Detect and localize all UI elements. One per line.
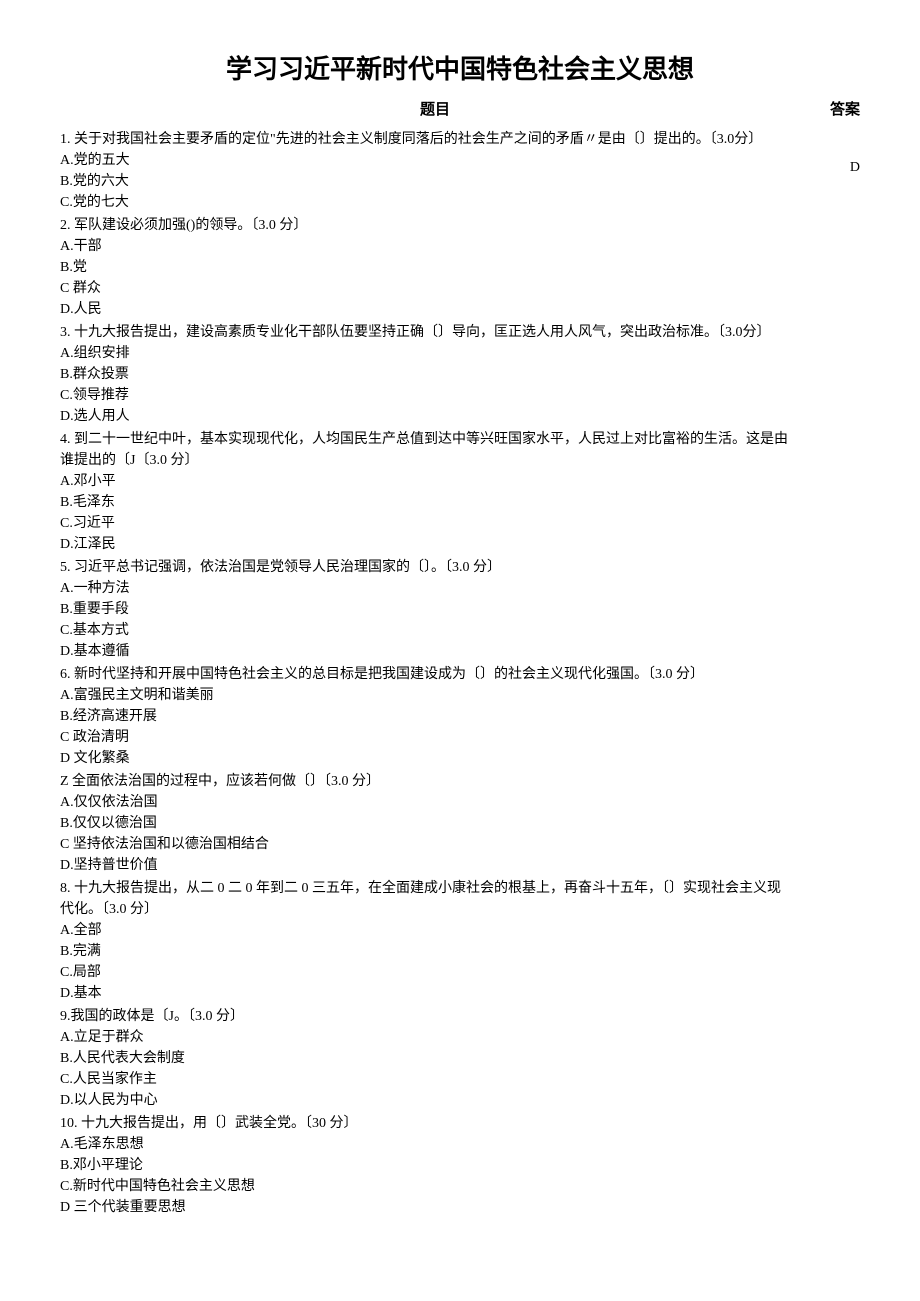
- content-area: 1. 关于对我国社会主要矛盾的定位"先进的社会主义制度同落后的社会生产之间的矛盾…: [60, 127, 860, 1218]
- question-option: A.仅仅依法治国: [60, 792, 790, 813]
- answers-column: D: [810, 127, 860, 178]
- question-option: B.群众投票: [60, 364, 790, 385]
- question-option: C 坚持依法治国和以德治国相结合: [60, 834, 790, 855]
- question-option: A.邓小平: [60, 471, 790, 492]
- question-header: 题目: [60, 99, 810, 122]
- question-option: C.领导推荐: [60, 385, 790, 406]
- question-option: C.新时代中国特色社会主义思想: [60, 1176, 790, 1197]
- question-option: C 政治清明: [60, 727, 790, 748]
- question-text: 8. 十九大报告提出，从二 0 二 0 年到二 0 三五年，在全面建成小康社会的…: [60, 878, 790, 920]
- question-option: B.毛泽东: [60, 492, 790, 513]
- question-option: A.组织安排: [60, 343, 790, 364]
- question-option: B.党: [60, 257, 790, 278]
- question-option: D 三个代装重要思想: [60, 1197, 790, 1218]
- questions-column: 1. 关于对我国社会主要矛盾的定位"先进的社会主义制度同落后的社会生产之间的矛盾…: [60, 127, 810, 1218]
- question-option: D.以人民为中心: [60, 1090, 790, 1111]
- answer-header: 答案: [810, 99, 860, 122]
- question-option: A.全部: [60, 920, 790, 941]
- question-option: A.一种方法: [60, 578, 790, 599]
- question-text: 6. 新时代坚持和开展中国特色社会主义的总目标是把我国建设成为〔〕的社会主义现代…: [60, 664, 790, 685]
- question-option: C 群众: [60, 278, 790, 299]
- question-option: D.江泽民: [60, 534, 790, 555]
- document-title: 学习习近平新时代中国特色社会主义思想: [60, 50, 860, 89]
- question-text: 2. 军队建设必须加强()的领导。〔3.0 分〕: [60, 215, 790, 236]
- question-text: 9.我国的政体是〔J。〔3.0 分〕: [60, 1006, 790, 1027]
- question-option: B.人民代表大会制度: [60, 1048, 790, 1069]
- question-option: C.基本方式: [60, 620, 790, 641]
- question-option: C.党的七大: [60, 192, 790, 213]
- answer-value: D: [810, 157, 860, 178]
- question-text: 4. 到二十一世纪中叶，基本实现现代化，人均国民生产总值到达中等兴旺国家水平，人…: [60, 429, 790, 471]
- question-text: 10. 十九大报告提出，用〔〕武装全党。〔30 分〕: [60, 1113, 790, 1134]
- question-option: B.经济高速开展: [60, 706, 790, 727]
- question-text: Z 全面依法治国的过程中，应该若何做〔〕〔3.0 分〕: [60, 771, 790, 792]
- table-header: 题目 答案: [60, 99, 860, 122]
- question-text: 1. 关于对我国社会主要矛盾的定位"先进的社会主义制度同落后的社会生产之间的矛盾…: [60, 129, 790, 150]
- question-option: A.毛泽东思想: [60, 1134, 790, 1155]
- question-text: 3. 十九大报告提出，建设高素质专业化干部队伍要坚持正确〔〕导向，匡正选人用人风…: [60, 322, 790, 343]
- question-option: D.基本遵循: [60, 641, 790, 662]
- question-text: 5. 习近平总书记强调，依法治国是党领导人民治理国家的〔〕。〔3.0 分〕: [60, 557, 790, 578]
- question-option: A.立足于群众: [60, 1027, 790, 1048]
- question-option: D.坚持普世价值: [60, 855, 790, 876]
- question-option: A.党的五大: [60, 150, 790, 171]
- question-option: D 文化繁桑: [60, 748, 790, 769]
- question-option: C.局部: [60, 962, 790, 983]
- question-option: B.邓小平理论: [60, 1155, 790, 1176]
- question-option: B.党的六大: [60, 171, 790, 192]
- question-option: A.干部: [60, 236, 790, 257]
- question-option: A.富强民主文明和谐美丽: [60, 685, 790, 706]
- question-option: B.重要手段: [60, 599, 790, 620]
- question-option: D.人民: [60, 299, 790, 320]
- question-option: C.习近平: [60, 513, 790, 534]
- question-option: B.仅仅以德治国: [60, 813, 790, 834]
- question-option: C.人民当家作主: [60, 1069, 790, 1090]
- question-option: D.基本: [60, 983, 790, 1004]
- question-option: B.完满: [60, 941, 790, 962]
- question-option: D.选人用人: [60, 406, 790, 427]
